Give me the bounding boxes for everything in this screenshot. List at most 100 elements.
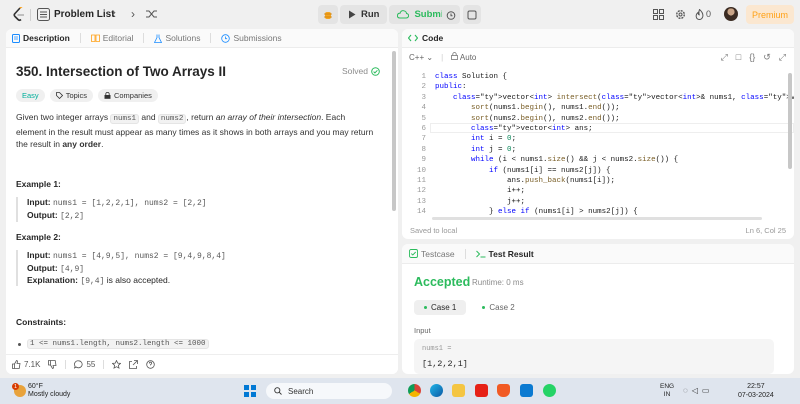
settings-gear-icon[interactable] (674, 8, 687, 21)
battery-icon[interactable]: ▭ (702, 386, 710, 395)
tab-testcase[interactable]: Testcase (409, 249, 455, 259)
line-number: 13 (416, 197, 426, 206)
format-icon[interactable]: ⤢ (721, 52, 728, 63)
tab-label: Test Result (488, 248, 534, 259)
help-button[interactable] (146, 360, 156, 369)
brave-icon[interactable] (497, 384, 510, 397)
favorite-button[interactable] (112, 360, 122, 369)
tab-test-result[interactable]: Test Result (475, 248, 534, 259)
lock-icon (451, 52, 459, 60)
layout-grid-icon[interactable] (652, 8, 665, 21)
tab-label: Editorial (102, 33, 134, 43)
input-value: nums1 = [1,2,2,1], nums2 = [2,2] (52, 199, 207, 208)
problem-list-icon[interactable] (37, 8, 50, 21)
explanation-text: is also accepted. (104, 275, 171, 285)
line-number: 14 (416, 208, 426, 217)
line-number: 2 (421, 83, 426, 92)
like-button[interactable]: 7.1K (12, 360, 40, 369)
tab-editorial[interactable]: Editorial (90, 33, 134, 43)
line-number: 4 (421, 104, 426, 113)
tab-label: Testcase (421, 248, 455, 259)
comment-icon (74, 360, 83, 369)
timer-button[interactable] (442, 5, 460, 24)
auto-mode-toggle[interactable]: Auto (451, 52, 476, 62)
line-number: 10 (416, 166, 426, 175)
share-button[interactable] (129, 360, 139, 369)
next-problem-icon[interactable]: › (126, 7, 140, 21)
topics-chip[interactable]: Topics (49, 89, 93, 102)
input-box: nums1 = [1,2,2,1] (414, 339, 774, 374)
clock[interactable]: 22:57 07-03-2024 (738, 383, 774, 400)
prev-problem-icon[interactable]: ‹ (107, 7, 121, 21)
example-2-title: Example 2: (16, 232, 61, 242)
shuffle-icon[interactable] (144, 7, 158, 21)
leetcode-logo[interactable] (12, 7, 26, 22)
dislike-button[interactable] (48, 360, 57, 369)
line-number: 3 (421, 93, 426, 102)
vscode-icon[interactable] (520, 384, 533, 397)
date: 07-03-2024 (738, 391, 774, 399)
companies-chip[interactable]: Companies (97, 89, 158, 102)
run-button[interactable]: Run (340, 5, 388, 24)
weather-description: Mostly cloudy (28, 391, 71, 398)
fire-streak-icon[interactable] (693, 8, 706, 21)
flask-icon (154, 34, 163, 43)
document-icon (12, 33, 20, 43)
horizontal-scrollbar[interactable] (432, 217, 762, 220)
time: 22:57 (747, 383, 765, 390)
premium-button[interactable]: Premium (746, 5, 794, 24)
code-header: Code (402, 29, 794, 48)
search-icon (274, 387, 282, 395)
reset-icon[interactable]: ↺ (763, 52, 771, 63)
notes-button[interactable] (463, 5, 481, 24)
line-number: 1 (421, 73, 426, 81)
language-indicator[interactable]: ENG IN (660, 383, 674, 399)
tag-icon (55, 92, 63, 99)
description-panel: Description Editorial Solutions Submissi… (6, 29, 398, 374)
variable-name: nums1 = (422, 345, 452, 353)
top-bar: Problem List ‹ › Run Submit 0 Premium (0, 0, 800, 29)
input-label: Input: (27, 197, 51, 207)
line-number: 6 (421, 125, 426, 133)
tab-submissions[interactable]: Submissions (221, 33, 282, 43)
code-panel: Code C++ ⌄ | Auto ⤢ □ {} ↺ ⤢ 1 class Solu… (402, 29, 794, 239)
terminal-icon (475, 250, 486, 257)
tab-label: Description (23, 33, 70, 43)
scrollbar[interactable] (788, 73, 792, 169)
search-placeholder: Search (288, 386, 314, 396)
input-label: Input: (27, 250, 51, 260)
debug-button[interactable] (318, 5, 338, 24)
case-2-tab[interactable]: Case 2 (472, 300, 524, 315)
language-select[interactable]: C++ ⌄ (409, 53, 433, 62)
code-line: sort(nums1.begin(), nums1.end()); (471, 104, 620, 113)
avatar[interactable] (724, 7, 738, 21)
windows-taskbar: 1 60°F Mostly cloudy Search ENG IN ◌ ◁ ▭… (0, 378, 800, 404)
volume-icon[interactable]: ◁ (692, 386, 698, 395)
bookmark-icon[interactable]: □ (736, 52, 741, 63)
whatsapp-icon[interactable] (543, 384, 556, 397)
youtube-icon[interactable] (475, 384, 488, 397)
line-number: 8 (421, 145, 426, 154)
case-1-tab[interactable]: Case 1 (414, 300, 467, 315)
code-editor[interactable]: 1 class Solution {2 public: 3 class="ty">ve… (402, 71, 794, 221)
editor-toolbar: C++ ⌄ | Auto ⤢ □ {} ↺ ⤢ (402, 48, 794, 66)
problem-list-link[interactable]: Problem List (54, 9, 115, 20)
windows-start-icon[interactable] (244, 385, 256, 397)
code-line: class="ty">vector<int> ans; (471, 125, 593, 133)
explanation-label: Explanation: (27, 275, 79, 285)
file-explorer-icon[interactable] (452, 384, 465, 397)
edge-icon[interactable] (430, 384, 443, 397)
scrollbar[interactable] (392, 51, 396, 211)
chrome-icon[interactable] (408, 384, 421, 397)
divider (30, 9, 31, 21)
tab-solutions[interactable]: Solutions (154, 33, 200, 43)
tab-description[interactable]: Description (12, 33, 70, 43)
comments-button[interactable]: 55 (74, 360, 95, 369)
braces-icon[interactable]: {} (749, 52, 755, 63)
constraint-item: 1 <= nums1.length, nums2.length <= 1000 (18, 339, 209, 349)
wifi-icon[interactable]: ◌ (683, 386, 688, 395)
weather-widget[interactable]: 1 60°F Mostly cloudy (12, 383, 72, 399)
taskbar-search[interactable]: Search (266, 383, 392, 399)
inline-code: nums1 (110, 114, 139, 124)
fullscreen-icon[interactable]: ⤢ (779, 52, 786, 63)
